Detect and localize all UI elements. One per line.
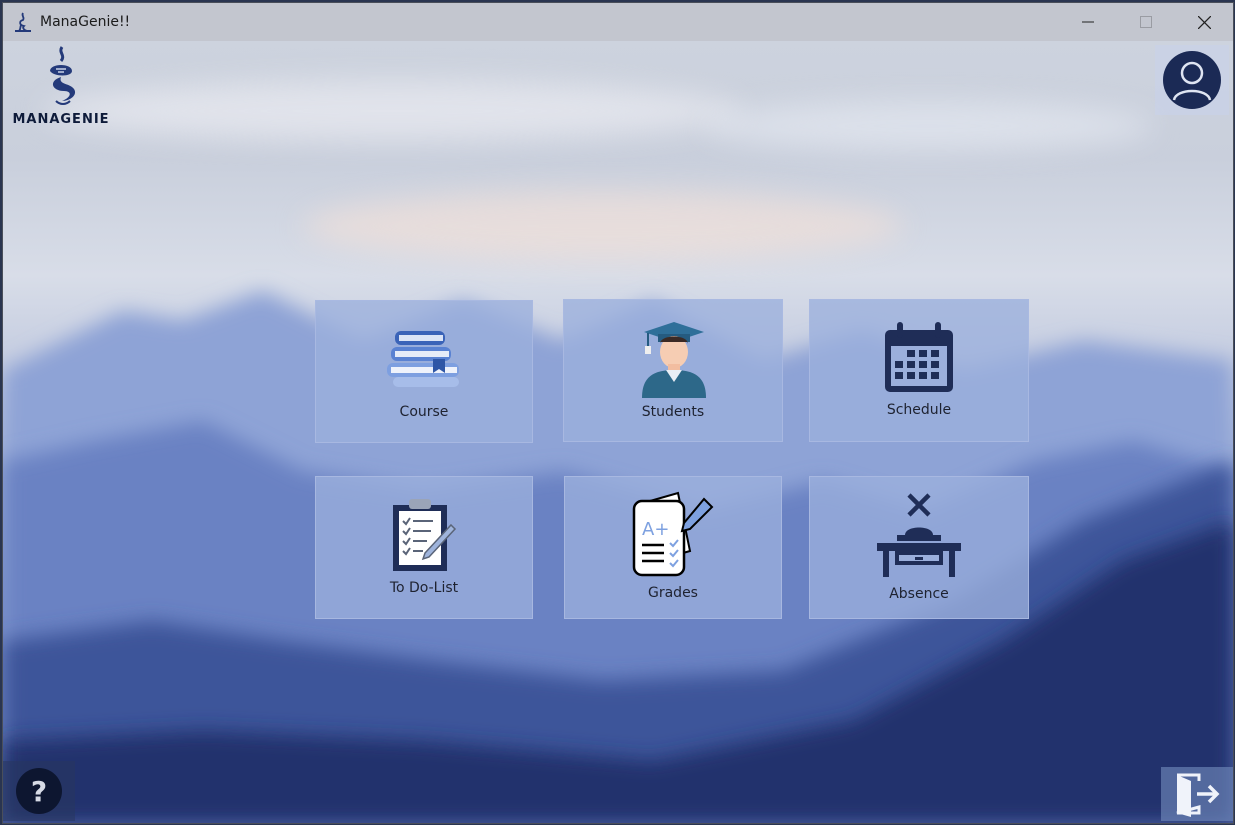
close-button[interactable] xyxy=(1175,3,1233,41)
todo-list-tile[interactable]: To Do-List xyxy=(315,476,533,619)
svg-text:?: ? xyxy=(31,775,47,808)
window-title: ManaGenie!! xyxy=(40,14,131,30)
grades-label: Grades xyxy=(648,585,698,601)
schedule-tile[interactable]: Schedule xyxy=(809,299,1029,442)
app-logo: MANAGENIE xyxy=(7,45,115,127)
schedule-label: Schedule xyxy=(886,402,952,418)
absence-tile[interactable]: Absence xyxy=(809,476,1029,619)
close-icon xyxy=(1197,15,1211,29)
course-label: Course xyxy=(399,404,449,420)
svg-text:A+: A+ xyxy=(642,519,669,540)
app-icon xyxy=(15,12,31,32)
maximize-icon xyxy=(1140,16,1152,28)
question-icon: ? xyxy=(16,768,62,814)
empty-desk-icon xyxy=(877,493,961,577)
calendar-icon xyxy=(885,322,953,392)
grades-tile[interactable]: A+ Grades xyxy=(564,476,782,619)
todo-list-label: To Do-List xyxy=(389,580,459,596)
graded-paper-icon: A+ xyxy=(632,491,714,577)
minimize-button[interactable] xyxy=(1059,3,1117,41)
genie-lamp-icon xyxy=(50,46,76,105)
app-window: ManaGenie!! MANAGENIE Course Students Sc… xyxy=(2,2,1234,824)
title-bar: ManaGenie!! xyxy=(3,3,1233,41)
maximize-button[interactable] xyxy=(1117,3,1175,41)
window-controls xyxy=(1059,3,1233,41)
user-avatar-icon xyxy=(1163,51,1221,109)
course-tile[interactable]: Course xyxy=(315,300,533,443)
main-dashboard: MANAGENIE Course Students Schedule To Do… xyxy=(3,41,1233,823)
logout-button[interactable] xyxy=(1161,767,1233,821)
graduate-student-icon xyxy=(642,322,706,398)
logout-door-icon xyxy=(1176,773,1220,817)
books-icon xyxy=(387,331,459,387)
minimize-icon xyxy=(1082,21,1094,23)
absence-label: Absence xyxy=(889,586,949,602)
help-button[interactable]: ? xyxy=(3,761,75,821)
logo-text: MANAGENIE xyxy=(12,112,110,127)
profile-button[interactable] xyxy=(1155,45,1229,115)
students-label: Students xyxy=(641,404,705,420)
students-tile[interactable]: Students xyxy=(563,299,783,442)
clipboard-checklist-icon xyxy=(393,499,457,571)
